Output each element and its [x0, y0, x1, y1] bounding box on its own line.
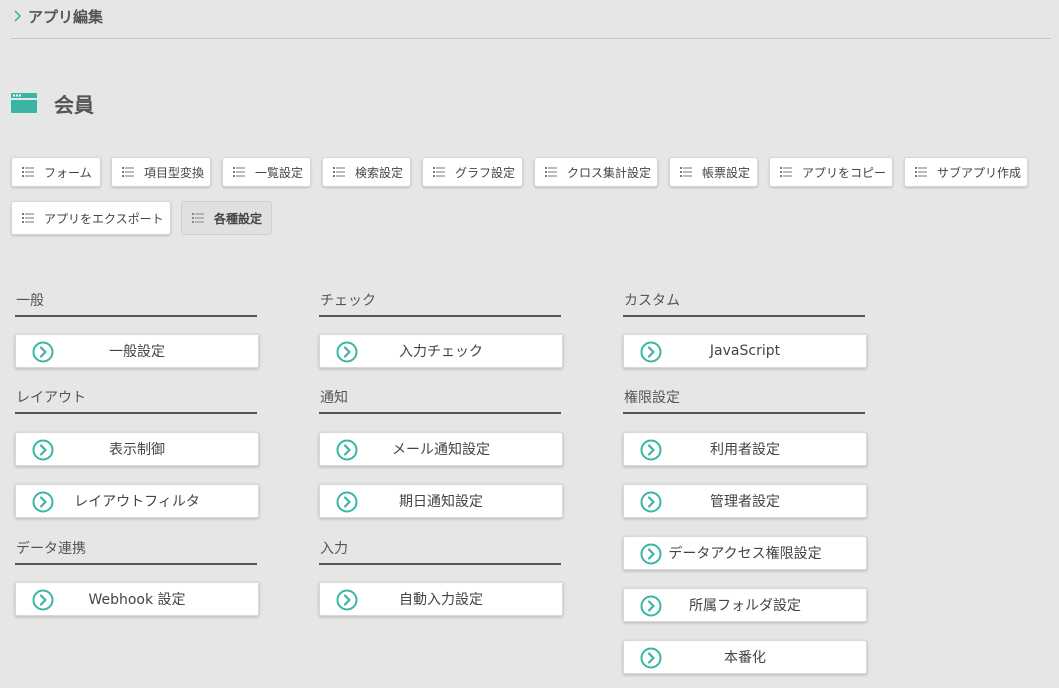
list-icon	[192, 213, 204, 223]
folder-settings-button[interactable]: 所属フォルダ設定	[623, 588, 867, 622]
circle-arrow-right-icon	[336, 341, 358, 363]
breadcrumb: アプリ編集	[13, 4, 103, 28]
general-settings-button[interactable]: 一般設定	[15, 334, 259, 368]
app-window-icon	[11, 93, 37, 113]
toolbar-list-settings-label: 一覧設定	[255, 165, 304, 180]
toolbar-search-settings-button[interactable]: 検索設定	[322, 157, 411, 187]
chevron-right-icon	[14, 10, 22, 22]
display-control-button[interactable]: 表示制御	[15, 432, 259, 466]
list-icon	[545, 167, 557, 177]
section-title-notify: 通知	[319, 390, 561, 414]
toolbar-misc-settings-button[interactable]: 各種設定	[181, 201, 272, 235]
toolbar-crosstab-settings-label: クロス集計設定	[567, 165, 652, 180]
list-icon	[22, 167, 34, 177]
section-title-input: 入力	[319, 541, 561, 565]
webhook-settings-button[interactable]: Webhook 設定	[15, 582, 259, 616]
list-icon	[333, 167, 345, 177]
circle-arrow-right-icon	[32, 341, 54, 363]
toolbar-report-settings-label: 帳票設定	[702, 165, 751, 180]
toolbar-form-label: フォーム	[44, 165, 92, 180]
data-access-permission-button[interactable]: データアクセス権限設定	[623, 536, 867, 570]
breadcrumb-label[interactable]: アプリ編集	[28, 6, 103, 27]
circle-arrow-right-icon	[640, 491, 662, 513]
circle-arrow-right-icon	[640, 341, 662, 363]
section-title-data-link: データ連携	[15, 541, 257, 565]
list-icon	[22, 213, 34, 223]
list-icon	[780, 167, 792, 177]
section-title-general: 一般	[15, 293, 257, 317]
header-divider	[11, 38, 1051, 39]
toolbar-create-subapp-label: サブアプリ作成	[937, 165, 1022, 180]
mail-notify-settings-button[interactable]: メール通知設定	[319, 432, 563, 466]
list-icon	[915, 167, 927, 177]
production-button[interactable]: 本番化	[623, 640, 867, 674]
layout-filter-button[interactable]: レイアウトフィルタ	[15, 484, 259, 518]
section-title-permission: 権限設定	[623, 390, 865, 414]
circle-arrow-right-icon	[640, 595, 662, 617]
toolbar-copy-app-label: アプリをコピー	[802, 165, 887, 180]
due-date-notify-settings-button[interactable]: 期日通知設定	[319, 484, 563, 518]
user-settings-button[interactable]: 利用者設定	[623, 432, 867, 466]
toolbar-search-settings-label: 検索設定	[355, 165, 404, 180]
circle-arrow-right-icon	[336, 491, 358, 513]
toolbar-graph-settings-label: グラフ設定	[455, 165, 516, 180]
toolbar-misc-settings-label: 各種設定	[214, 211, 263, 226]
toolbar-form-button[interactable]: フォーム	[11, 157, 101, 187]
toolbar-field-type-convert-label: 項目型変換	[144, 165, 205, 180]
circle-arrow-right-icon	[32, 589, 54, 611]
page-title: 会員	[54, 92, 94, 117]
javascript-button[interactable]: JavaScript	[623, 334, 867, 368]
circle-arrow-right-icon	[640, 647, 662, 669]
list-icon	[433, 167, 445, 177]
circle-arrow-right-icon	[336, 439, 358, 461]
toolbar-field-type-convert-button[interactable]: 項目型変換	[111, 157, 211, 187]
section-title-check: チェック	[319, 293, 561, 317]
list-icon	[122, 167, 134, 177]
toolbar-export-app-button[interactable]: アプリをエクスポート	[11, 201, 171, 235]
section-title-layout: レイアウト	[15, 390, 257, 414]
input-check-button[interactable]: 入力チェック	[319, 334, 563, 368]
toolbar-list-settings-button[interactable]: 一覧設定	[222, 157, 311, 187]
app-header: 会員	[11, 88, 94, 118]
toolbar-report-settings-button[interactable]: 帳票設定	[669, 157, 758, 187]
list-icon	[233, 167, 245, 177]
circle-arrow-right-icon	[336, 589, 358, 611]
auto-input-settings-button[interactable]: 自動入力設定	[319, 582, 563, 616]
list-icon	[680, 167, 692, 177]
circle-arrow-right-icon	[640, 439, 662, 461]
toolbar-export-app-label: アプリをエクスポート	[44, 211, 164, 226]
circle-arrow-right-icon	[640, 543, 662, 565]
toolbar-copy-app-button[interactable]: アプリをコピー	[769, 157, 893, 187]
admin-settings-button[interactable]: 管理者設定	[623, 484, 867, 518]
toolbar-graph-settings-button[interactable]: グラフ設定	[422, 157, 523, 187]
section-title-custom: カスタム	[623, 293, 865, 317]
circle-arrow-right-icon	[32, 491, 54, 513]
toolbar-create-subapp-button[interactable]: サブアプリ作成	[904, 157, 1028, 187]
circle-arrow-right-icon	[32, 439, 54, 461]
toolbar-crosstab-settings-button[interactable]: クロス集計設定	[534, 157, 658, 187]
